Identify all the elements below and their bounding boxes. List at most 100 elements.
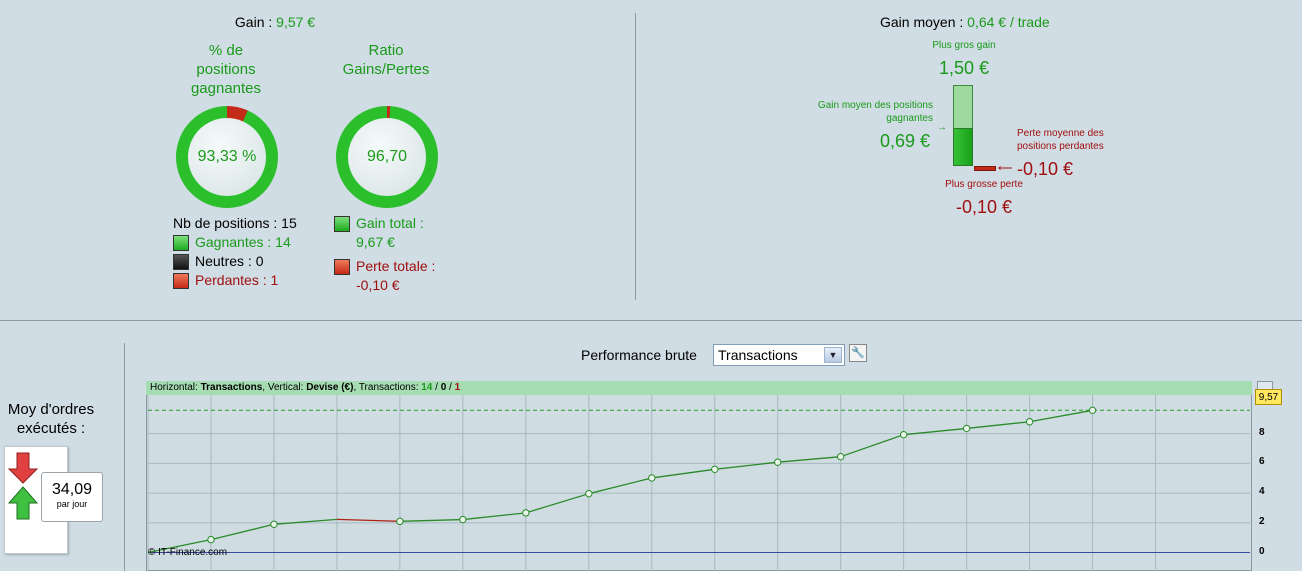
series-segment: [399, 518, 463, 522]
data-point: [522, 509, 530, 517]
ratio-title: Ratio Gains/Pertes: [330, 41, 442, 79]
legend-text: , Vertical:: [262, 382, 307, 393]
y-tick-label: 8: [1259, 426, 1265, 438]
series-segment: [1029, 409, 1093, 423]
up-arrow-icon: [7, 486, 39, 520]
gain-total-value: 9,67 €: [356, 234, 395, 250]
chevron-down-icon[interactable]: ▼: [824, 347, 842, 363]
chart-legend: Horizontal: Transactions, Vertical: Devi…: [146, 381, 1252, 395]
data-point: [459, 515, 467, 524]
series-segment: [777, 456, 841, 463]
y-tick-label: 6: [1259, 456, 1265, 468]
avg-win-value: 0,69 €: [880, 131, 931, 151]
win-pct-title-line: positions: [196, 61, 256, 78]
data-point: [962, 424, 971, 433]
positions-total: Nb de positions : 15: [173, 215, 297, 231]
ratio-donut: 96,70: [336, 106, 438, 208]
series-segment: [525, 493, 589, 514]
top-divider: [635, 13, 636, 300]
losers-swatch: [173, 273, 189, 289]
data-point: [1025, 418, 1034, 426]
orders-unit: par jour: [56, 499, 88, 509]
max-loss-label: Plus grosse perte: [945, 179, 1023, 190]
data-point: [1088, 406, 1097, 415]
avg-gain-value: 0,64 € / trade: [967, 14, 1050, 30]
loss-total-label: Perte totale :: [356, 258, 436, 274]
win-pct-title-line: % de: [208, 42, 244, 59]
loss-total-swatch: [334, 259, 350, 275]
avg-loss-bar: [974, 166, 996, 171]
bottom-divider: [124, 343, 125, 571]
win-pct-title: % de positions gagnantes: [170, 41, 282, 98]
ratio-title-line: Gains/Pertes: [342, 61, 430, 78]
series-segment: [336, 518, 400, 522]
orders-title-line: Moy d'ordres: [7, 401, 95, 418]
orders-value: 34,09: [51, 481, 93, 498]
data-point: [207, 535, 215, 544]
gain-header: Gain : 9,57 €: [180, 14, 370, 30]
orders-title-line: exécutés :: [16, 420, 86, 437]
perf-label: Performance brute: [581, 347, 697, 363]
max-gain-label: Plus gros gain: [932, 40, 996, 51]
copyright: © IT-Finance.com: [148, 547, 228, 558]
avg-win-label-line: gagnantes: [886, 113, 933, 124]
gain-value: 9,57 €: [276, 14, 316, 30]
neutral-swatch: [173, 254, 189, 270]
legend-text: /: [446, 382, 455, 393]
avg-win-arrow: →: [937, 122, 947, 133]
loss-total-value: -0,10 €: [356, 277, 400, 293]
avg-loss-label: Perte moyenne des positions perdantes: [1017, 127, 1104, 153]
legend-text: Horizontal:: [150, 382, 201, 393]
series-segment: [588, 477, 652, 495]
avg-gain-label: Gain moyen :: [880, 14, 968, 30]
perf-select[interactable]: Transactions ▼: [713, 344, 845, 366]
orders-title: Moy d'ordres exécutés :: [0, 400, 102, 438]
series-segment: [966, 421, 1030, 430]
orders-value-box: 34,09 par jour: [41, 472, 103, 522]
ratio-title-line: Ratio: [368, 42, 404, 59]
legend-wins: 14: [421, 382, 433, 393]
data-point: [836, 452, 845, 461]
max-gain-value: 1,50 €: [938, 58, 990, 78]
win-pct-donut: 93,33 %: [176, 106, 278, 208]
legend-losses: 1: [454, 382, 461, 393]
series-segment: [840, 434, 904, 458]
data-point: [774, 458, 782, 466]
y-tick-label: 0: [1259, 545, 1265, 557]
avg-win-bar: [953, 128, 973, 166]
avg-win-label: Gain moyen des positions gagnantes: [790, 99, 933, 125]
gain-label: Gain :: [234, 14, 277, 30]
series-segment: [273, 518, 337, 525]
win-pct-title-line: gagnantes: [190, 80, 262, 97]
legend-text: Devise (€): [306, 382, 354, 393]
series-segment: [651, 468, 715, 479]
data-point: [899, 430, 908, 439]
positions-losers: Perdantes : 1: [195, 272, 279, 288]
series-segment: [462, 512, 526, 521]
positions-neutral: Neutres : 0: [195, 253, 264, 269]
y-tick-label: 2: [1259, 515, 1265, 527]
last-value-badge: 9,57: [1255, 389, 1282, 405]
data-point: [270, 520, 278, 529]
gain-total-label: Gain total :: [356, 215, 424, 231]
avg-loss-arrow: ⟵: [998, 163, 1013, 174]
data-point: [585, 489, 593, 498]
legend-text: , Transactions:: [353, 382, 422, 393]
legend-text: /: [432, 382, 441, 393]
avg-loss-label-line: positions perdantes: [1017, 141, 1104, 152]
max-loss-value: -0,10 €: [955, 197, 1013, 217]
data-point: [711, 465, 719, 474]
gain-total-swatch: [334, 216, 350, 232]
avg-win-label-line: Gain moyen des positions: [817, 100, 933, 111]
down-arrow-icon: [7, 452, 39, 484]
performance-chart[interactable]: 246810121416: [146, 381, 1252, 571]
perf-select-value: Transactions: [718, 347, 798, 363]
avg-loss-label-line: Perte moyenne des: [1017, 128, 1104, 139]
positions-winners: Gagnantes : 14: [195, 234, 291, 250]
section-divider: [0, 320, 1302, 321]
avg-loss-value: -0,10 €: [1017, 159, 1074, 179]
winners-swatch: [173, 235, 189, 251]
win-pct-value: 93,33 %: [188, 118, 266, 196]
avg-gain-header: Gain moyen : 0,64 € / trade: [880, 14, 1050, 30]
wrench-icon[interactable]: 🔧: [849, 344, 867, 362]
